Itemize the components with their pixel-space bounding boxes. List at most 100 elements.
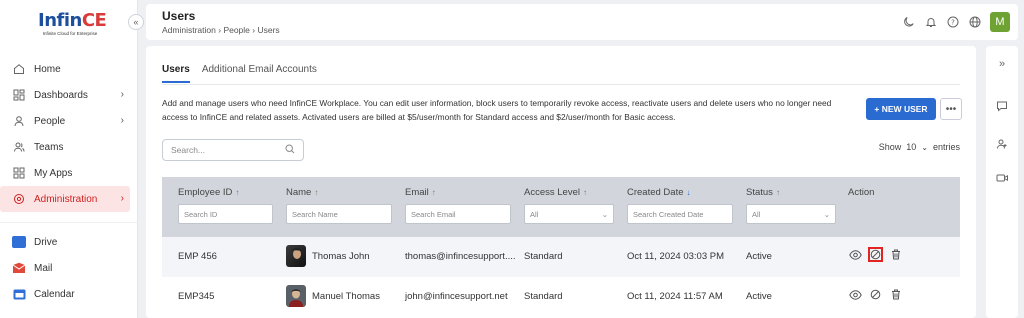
column-label: Access Level xyxy=(524,187,580,198)
tab-users[interactable]: Users xyxy=(162,64,190,83)
page-title: Users xyxy=(162,9,196,23)
video-icon[interactable] xyxy=(994,170,1010,186)
new-user-button[interactable]: + NEW USER xyxy=(866,98,936,120)
search-placeholder: Search... xyxy=(171,145,206,155)
sidebar-nav: Home Dashboards › People › Teams My Apps… xyxy=(0,56,138,307)
sidebar-app-mail[interactable]: Mail xyxy=(0,255,138,281)
right-rail: » xyxy=(986,46,1018,318)
column-header-access-level[interactable]: Access Level ↑ xyxy=(524,187,587,198)
chevron-right-icon: › xyxy=(120,115,124,126)
filter-email-input[interactable]: Search Email xyxy=(405,204,511,224)
filter-id-input[interactable]: Search ID xyxy=(178,204,273,224)
avatar xyxy=(286,245,306,267)
filter-status-select[interactable]: All ⌄ xyxy=(746,204,836,224)
block-icon[interactable] xyxy=(868,287,883,302)
trash-icon[interactable] xyxy=(888,287,903,302)
sidebar-app-calendar[interactable]: Calendar xyxy=(0,281,138,307)
sidebar-item-label: People xyxy=(34,115,66,127)
sidebar-item-my-apps[interactable]: My Apps xyxy=(0,160,138,186)
filter-value: All xyxy=(752,209,761,219)
chevron-down-icon[interactable]: ⌄ xyxy=(921,143,928,152)
filter-access-select[interactable]: All ⌄ xyxy=(524,204,614,224)
entries-selector: Show 10 ⌄ entries xyxy=(879,142,960,152)
table-row[interactable]: EMP 456 Thomas John thomas@infincesuppor… xyxy=(162,237,960,277)
moon-icon[interactable] xyxy=(902,16,915,29)
column-header-created-date[interactable]: Created Date ↓ xyxy=(627,187,691,198)
globe-icon[interactable] xyxy=(968,16,981,29)
column-header-employee-id[interactable]: Employee ID ↑ xyxy=(178,187,239,198)
sidebar-item-label: Drive xyxy=(34,236,58,248)
sidebar-item-teams[interactable]: Teams xyxy=(0,134,138,160)
sort-icon[interactable]: ↑ xyxy=(776,188,780,197)
more-options-button[interactable]: ••• xyxy=(940,98,962,120)
column-label: Action xyxy=(848,187,875,198)
sort-icon[interactable]: ↑ xyxy=(583,188,587,197)
help-icon[interactable]: ? xyxy=(946,16,959,29)
table-row[interactable]: EMP345 Manuel Thomas john@infincesupport… xyxy=(162,277,960,317)
sidebar-item-dashboards[interactable]: Dashboards › xyxy=(0,82,138,108)
chevrons-right-icon[interactable]: » xyxy=(994,56,1010,72)
tab-divider xyxy=(162,84,960,85)
home-icon xyxy=(12,62,26,76)
sidebar-item-label: Home xyxy=(34,63,61,75)
sort-icon[interactable]: ↑ xyxy=(432,188,436,197)
breadcrumb-people[interactable]: People xyxy=(223,25,249,35)
sort-icon[interactable]: ↑ xyxy=(314,188,318,197)
column-label: Status xyxy=(746,187,773,198)
search-input[interactable]: Search... xyxy=(162,139,304,161)
row-actions xyxy=(848,247,903,262)
sort-icon[interactable]: ↑ xyxy=(235,188,239,197)
person-icon xyxy=(12,114,26,128)
show-label: Show xyxy=(878,142,902,152)
sidebar-item-label: Calendar xyxy=(34,288,75,300)
calendar-icon xyxy=(12,287,26,301)
sidebar-item-people[interactable]: People › xyxy=(0,108,138,134)
chevron-right-icon: › xyxy=(120,89,124,100)
filter-created-date-input[interactable]: Search Created Date xyxy=(627,204,733,224)
user-avatar[interactable]: M xyxy=(990,12,1010,32)
column-header-email[interactable]: Email ↑ xyxy=(405,187,436,198)
cell-employee-id: EMP345 xyxy=(178,291,215,302)
person-name: Manuel Thomas xyxy=(312,290,380,302)
apps-icon xyxy=(12,166,26,180)
chat-icon[interactable] xyxy=(994,98,1010,114)
breadcrumb: Administration › People › Users xyxy=(162,25,280,35)
sidebar-item-home[interactable]: Home xyxy=(0,56,138,82)
cell-name: Manuel Thomas xyxy=(286,285,380,307)
eye-icon[interactable] xyxy=(848,287,863,302)
tab-bar: Users Additional Email Accounts xyxy=(162,64,317,83)
column-header-status[interactable]: Status ↑ xyxy=(746,187,780,198)
column-label: Created Date xyxy=(627,187,684,198)
chevron-down-icon: ⌄ xyxy=(823,209,830,219)
top-header: Users Administration › People › Users ? … xyxy=(146,4,1018,40)
collapse-sidebar-button[interactable]: « xyxy=(128,14,144,30)
cell-created-date: Oct 11, 2024 03:03 PM xyxy=(627,251,724,262)
sidebar-item-administration[interactable]: Administration › xyxy=(0,186,130,212)
sidebar-item-label: Dashboards xyxy=(34,89,88,101)
infince-logo[interactable]: InfinCE Infinite Cloud for Enterprise xyxy=(38,12,107,37)
sidebar-app-drive[interactable]: Drive xyxy=(0,229,138,255)
column-header-action: Action xyxy=(848,187,874,198)
chevron-right-icon: › xyxy=(120,193,124,204)
eye-icon[interactable] xyxy=(848,247,863,262)
person-name: Thomas John xyxy=(312,250,370,262)
column-label: Employee ID xyxy=(178,187,233,198)
block-icon[interactable] xyxy=(868,247,883,262)
tab-additional-email-accounts[interactable]: Additional Email Accounts xyxy=(202,64,317,83)
teams-icon xyxy=(12,140,26,154)
contacts-icon[interactable] xyxy=(994,136,1010,152)
cell-email: john@infincesupport.net xyxy=(405,291,508,302)
filter-name-input[interactable]: Search Name xyxy=(286,204,392,224)
filter-placeholder: Search Created Date xyxy=(633,209,704,219)
breadcrumb-administration[interactable]: Administration xyxy=(162,25,216,35)
chevron-down-icon: ⌄ xyxy=(601,209,608,219)
cell-name: Thomas John xyxy=(286,245,370,267)
sort-icon[interactable]: ↓ xyxy=(687,188,691,197)
filter-value: All xyxy=(530,209,539,219)
drive-icon xyxy=(12,235,26,249)
entries-select[interactable]: 10 xyxy=(906,142,916,152)
filter-placeholder: Search ID xyxy=(184,209,218,219)
trash-icon[interactable] xyxy=(888,247,903,262)
column-header-name[interactable]: Name ↑ xyxy=(286,187,318,198)
bell-icon[interactable] xyxy=(924,16,937,29)
